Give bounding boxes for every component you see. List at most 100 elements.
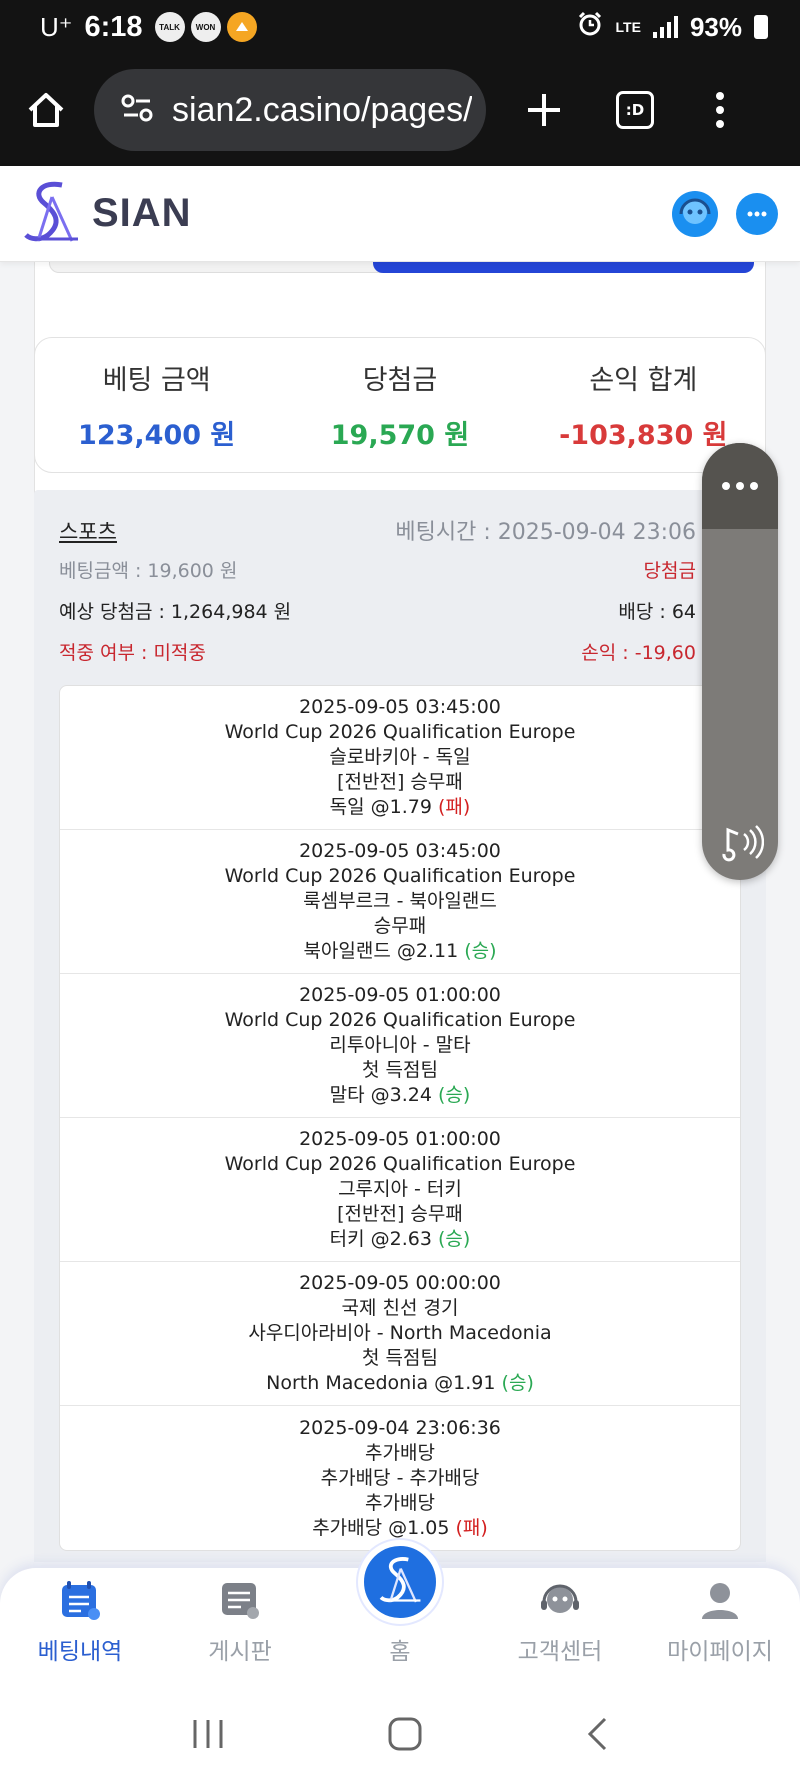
app-notification-icon bbox=[226, 12, 257, 42]
item-match: 그루지아 - 터키 bbox=[338, 1178, 462, 1200]
browser-toolbar: sian2.casino/pages/ :D bbox=[0, 54, 800, 166]
win-amount-label: 당첨금 bbox=[362, 365, 438, 396]
nav-mypage[interactable]: 마이페이지 bbox=[640, 1568, 800, 1688]
item-datetime: 2025-09-05 01:00:00 bbox=[299, 1128, 501, 1150]
search-button[interactable] bbox=[373, 262, 754, 273]
system-navigation-bar bbox=[0, 1688, 800, 1784]
bet-amount: 베팅금액 : 19,600 원 bbox=[59, 560, 238, 582]
logo-mark-icon bbox=[378, 1555, 422, 1609]
board-icon bbox=[218, 1578, 262, 1622]
status-bar: U⁺ 6:18 TALK WON LTE 93% bbox=[0, 0, 800, 54]
profit-loss-label: 손익 합계 bbox=[589, 365, 698, 396]
battery-percent: 93% bbox=[689, 11, 742, 42]
new-tab-icon[interactable] bbox=[524, 90, 564, 130]
profit-loss: 손익 : -19,60 bbox=[581, 642, 696, 664]
list-item: 2025-09-05 01:00:00 World Cup 2026 Quali… bbox=[60, 1118, 740, 1262]
logo-mark-icon[interactable] bbox=[22, 179, 80, 249]
list-item: 2025-09-05 01:00:00 World Cup 2026 Quali… bbox=[60, 974, 740, 1118]
expected-win: 예상 당첨금 : 1,264,984 원 bbox=[59, 601, 292, 623]
item-market: 추가배당 bbox=[365, 1491, 435, 1514]
item-market: 첫 득점팀 bbox=[362, 1347, 438, 1369]
more-menu-icon[interactable] bbox=[714, 90, 726, 130]
item-result: (승) bbox=[438, 1228, 471, 1250]
calendar-list-icon bbox=[58, 1578, 102, 1622]
item-match: 리투아니아 - 말타 bbox=[329, 1034, 471, 1056]
item-match: 슬로바키아 - 독일 bbox=[329, 746, 471, 768]
carrier-label: U⁺ bbox=[40, 11, 73, 42]
list-item: 2025-09-04 23:06:36 추가배당 추가배당 - 추가배당 추가배… bbox=[60, 1406, 740, 1550]
home-icon[interactable] bbox=[24, 88, 68, 132]
bet-amount-label: 베팅 금액 bbox=[102, 365, 211, 396]
item-match: 사우디아라비아 - North Macedonia bbox=[248, 1322, 552, 1344]
bet-slip-panel: 스포츠 베팅시간 : 2025-09-04 23:06 베팅금액 : 19,60… bbox=[34, 490, 766, 1562]
item-result: (패) bbox=[455, 1516, 488, 1539]
site-header: SIAN bbox=[0, 166, 800, 262]
summary-bet-amount: 베팅 금액 123,400 원 bbox=[35, 338, 278, 472]
site-settings-icon[interactable] bbox=[120, 91, 154, 129]
bet-amount-value: 123,400 원 bbox=[78, 420, 236, 451]
nav-bet-history[interactable]: 베팅내역 bbox=[0, 1568, 160, 1688]
floating-side-widget[interactable] bbox=[702, 443, 778, 880]
item-pick: 독일 @1.79 (패) bbox=[329, 796, 471, 818]
item-pick: North Macedonia @1.91 (승) bbox=[266, 1372, 534, 1394]
item-league: World Cup 2026 Qualification Europe bbox=[224, 865, 576, 887]
item-datetime: 2025-09-04 23:06:36 bbox=[299, 1416, 501, 1439]
item-result: (승) bbox=[464, 940, 497, 962]
nav-home-label: 홈 bbox=[389, 1639, 411, 1665]
tab-switcher-button[interactable]: :D bbox=[616, 91, 654, 129]
notification-icons: TALK WON bbox=[154, 12, 257, 42]
item-league: World Cup 2026 Qualification Europe bbox=[224, 1153, 576, 1175]
win-amount: 당첨금 bbox=[643, 560, 696, 582]
date-input[interactable] bbox=[49, 262, 395, 273]
item-league: 국제 친선 경기 bbox=[341, 1297, 459, 1319]
odds: 배당 : 64 bbox=[618, 601, 696, 623]
item-market: [전반전] 승무패 bbox=[337, 1203, 463, 1225]
clock: 6:18 bbox=[84, 10, 143, 43]
network-type: LTE bbox=[615, 19, 641, 35]
widget-menu-icon[interactable] bbox=[702, 443, 778, 529]
logo-text[interactable]: SIAN bbox=[92, 191, 192, 236]
nav-board-label: 게시판 bbox=[208, 1639, 272, 1665]
signal-icon bbox=[652, 16, 678, 38]
home-logo-button[interactable] bbox=[358, 1540, 442, 1624]
won-icon: WON bbox=[190, 12, 221, 42]
item-pick: 추가배당 @1.05 (패) bbox=[312, 1516, 488, 1539]
address-bar[interactable]: sian2.casino/pages/ bbox=[94, 69, 486, 151]
list-item: 2025-09-05 03:45:00 World Cup 2026 Quali… bbox=[60, 830, 740, 974]
list-item: 2025-09-05 03:45:00 World Cup 2026 Quali… bbox=[60, 686, 740, 830]
item-result: (패) bbox=[438, 796, 471, 818]
item-league: World Cup 2026 Qualification Europe bbox=[224, 1009, 576, 1031]
home-square-icon[interactable] bbox=[387, 1716, 423, 1756]
sport-category-link[interactable]: 스포츠 bbox=[59, 516, 117, 546]
item-datetime: 2025-09-05 03:45:00 bbox=[299, 696, 501, 718]
user-icon bbox=[698, 1578, 742, 1622]
summary-win-amount: 당첨금 19,570 원 bbox=[278, 338, 521, 472]
bet-summary: 베팅 금액 123,400 원 당첨금 19,570 원 손익 합계 -103,… bbox=[34, 337, 766, 473]
nav-board[interactable]: 게시판 bbox=[160, 1568, 320, 1688]
bet-time: 베팅시간 : 2025-09-04 23:06 bbox=[395, 520, 696, 545]
kakaotalk-icon: TALK bbox=[154, 12, 185, 42]
item-datetime: 2025-09-05 01:00:00 bbox=[299, 984, 501, 1006]
headset-agent-icon bbox=[538, 1578, 582, 1622]
battery-icon bbox=[754, 15, 768, 39]
item-result: (승) bbox=[501, 1372, 534, 1394]
item-datetime: 2025-09-05 00:00:00 bbox=[299, 1272, 501, 1294]
hit-status: 적중 여부 : 미적중 bbox=[59, 642, 206, 664]
item-match: 룩셈부르크 - 북아일랜드 bbox=[303, 890, 497, 912]
bet-items-list: 2025-09-05 03:45:00 World Cup 2026 Quali… bbox=[59, 685, 741, 1551]
item-result: (승) bbox=[438, 1084, 471, 1106]
item-datetime: 2025-09-05 03:45:00 bbox=[299, 840, 501, 862]
chat-icon[interactable] bbox=[736, 192, 778, 235]
nav-support[interactable]: 고객센터 bbox=[480, 1568, 640, 1688]
sound-assistant-icon[interactable] bbox=[716, 822, 765, 866]
item-league: 추가배당 bbox=[365, 1441, 435, 1464]
url-text: sian2.casino/pages/ bbox=[172, 90, 472, 129]
item-pick: 터키 @2.63 (승) bbox=[329, 1228, 471, 1250]
win-amount-value: 19,570 원 bbox=[330, 420, 470, 451]
recent-apps-icon[interactable] bbox=[191, 1718, 225, 1754]
support-agent-icon[interactable] bbox=[672, 190, 718, 237]
back-icon[interactable] bbox=[585, 1716, 609, 1756]
profit-loss-value: -103,830 원 bbox=[559, 420, 728, 451]
nav-bet-history-label: 베팅내역 bbox=[37, 1639, 123, 1665]
list-item: 2025-09-05 00:00:00 국제 친선 경기 사우디아라비아 - N… bbox=[60, 1262, 740, 1406]
